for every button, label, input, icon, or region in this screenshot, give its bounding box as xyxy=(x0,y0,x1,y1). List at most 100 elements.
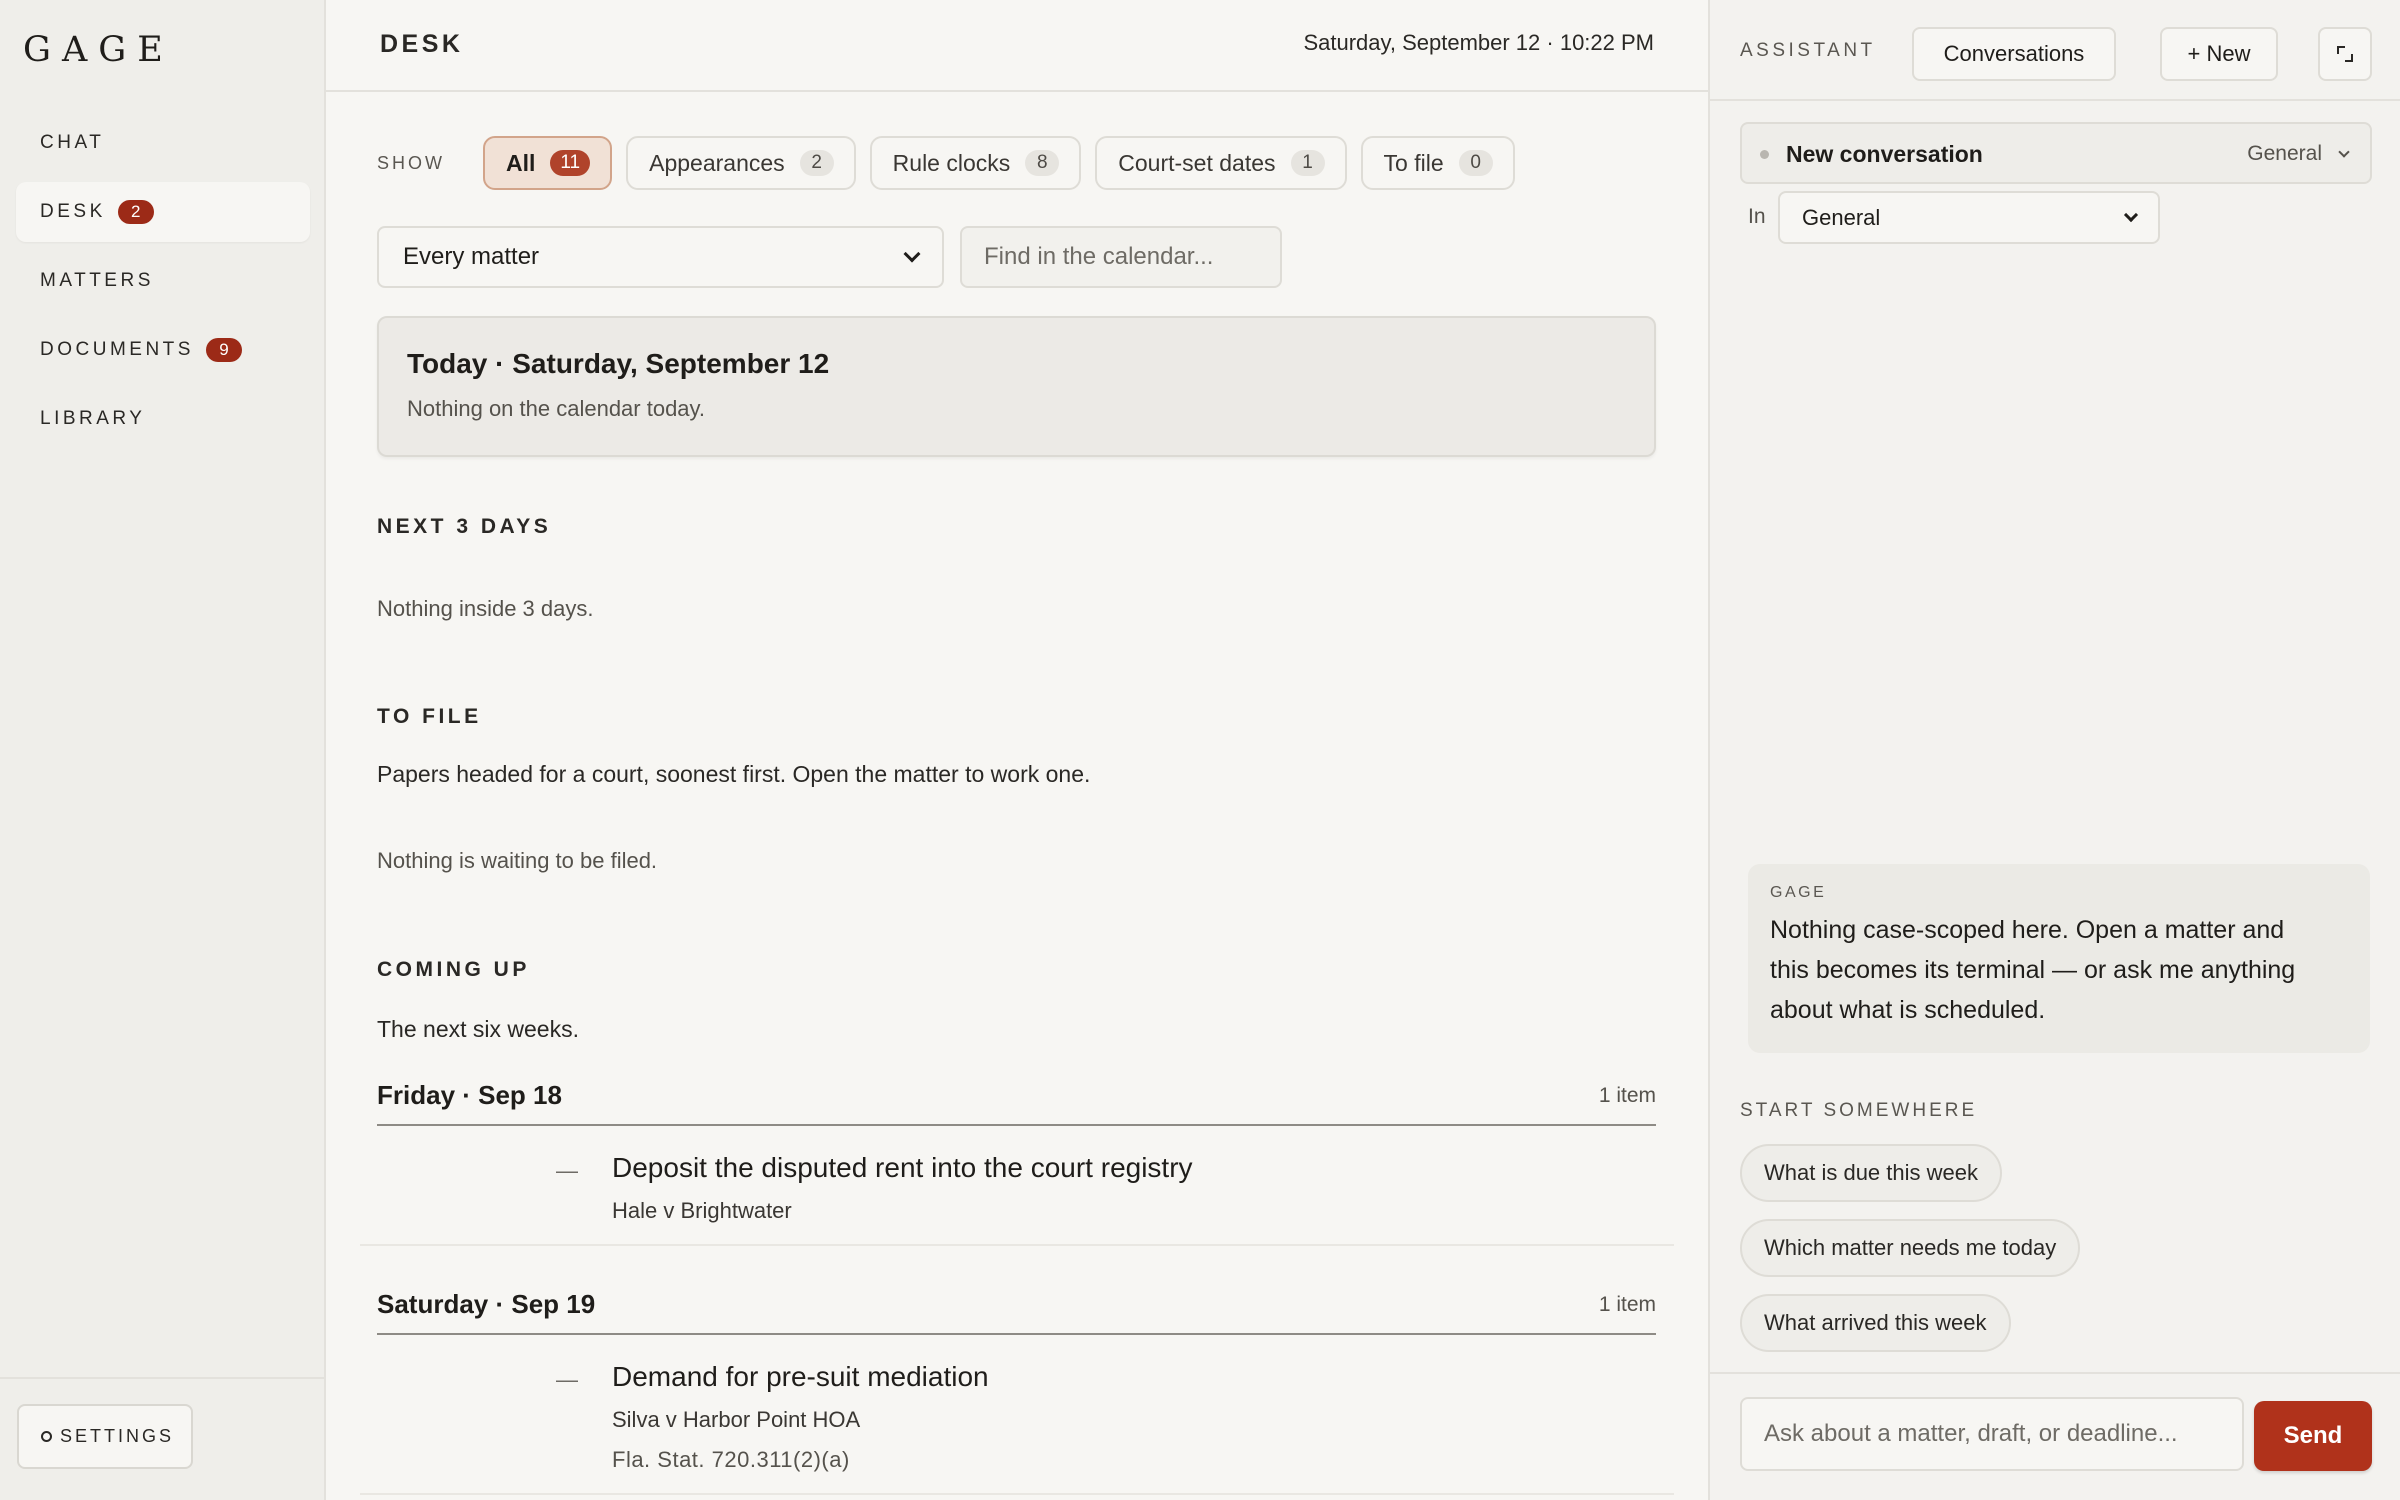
sidebar-item-label: CHAT xyxy=(40,132,105,153)
sidebar-item-label: DESK xyxy=(40,201,106,222)
event-matter: Silva v Harbor Point HOA xyxy=(612,1407,861,1432)
assistant-label: ASSISTANT xyxy=(1740,40,1876,61)
suggestion-label: Which matter needs me today xyxy=(1764,1235,2057,1260)
compose-input[interactable] xyxy=(1740,1397,2244,1471)
event-dash: — xyxy=(556,1367,578,1392)
gear-icon xyxy=(41,1431,52,1442)
chevron-down-icon xyxy=(903,245,921,263)
page-header: DESK Saturday, September 12 · 10:22 PM xyxy=(326,0,1708,92)
suggestion-chip[interactable]: What arrived this week xyxy=(1740,1294,2011,1352)
divider xyxy=(1710,1372,2400,1374)
status-dot-icon xyxy=(1760,150,1769,159)
calendar-search-input[interactable] xyxy=(960,226,1282,288)
pill-count: 1 xyxy=(1290,150,1325,176)
coming-up-description: The next six weeks. xyxy=(377,1016,579,1042)
filter-pill-appearances[interactable]: Appearances 2 xyxy=(626,136,856,190)
sidebar-item-label: DOCUMENTS xyxy=(40,339,194,360)
message-author: GAGE xyxy=(1770,884,1827,901)
sidebar-item-library[interactable]: LIBRARY xyxy=(16,389,310,449)
filter-bar: SHOW All 11 Appearances 2 Rule clocks 8 … xyxy=(377,136,1529,190)
show-label: SHOW xyxy=(377,152,445,173)
current-datetime: Saturday, September 12 · 10:22 PM xyxy=(1303,30,1654,55)
filter-pill-to-file[interactable]: To file 0 xyxy=(1360,136,1515,190)
event-citation: Fla. Stat. 720.311(2)(a) xyxy=(612,1447,850,1472)
conversation-title: New conversation xyxy=(1786,141,1983,167)
assistant-header: ASSISTANT Conversations + New xyxy=(1710,0,2400,101)
scope-select-value: General xyxy=(1802,204,1881,230)
next-days-empty-text: Nothing inside 3 days. xyxy=(377,596,594,621)
matter-select[interactable]: Every matter xyxy=(377,226,944,288)
desk-main: DESK Saturday, September 12 · 10:22 PM S… xyxy=(326,0,1708,1500)
conversation-selector[interactable]: New conversation General xyxy=(1740,122,2372,184)
today-card: Today · Saturday, September 12 Nothing o… xyxy=(377,316,1656,457)
conversations-button-label: Conversations xyxy=(1943,41,2085,66)
pill-label: Appearances xyxy=(649,149,785,176)
suggestion-chip[interactable]: Which matter needs me today xyxy=(1740,1219,2081,1277)
app-logo: GAGE xyxy=(23,30,174,70)
filter-pill-all[interactable]: All 11 xyxy=(483,136,613,190)
event-title: Deposit the disputed rent into the court… xyxy=(612,1152,1193,1183)
to-file-description: Papers headed for a court, soonest first… xyxy=(377,761,1091,787)
conversation-scope: General xyxy=(2247,142,2322,165)
sidebar-item-desk[interactable]: DESK 2 xyxy=(16,182,310,242)
matter-select-value: Every matter xyxy=(403,243,540,270)
event-dash: — xyxy=(556,1158,578,1183)
sidebar-nav: CHAT DESK 2 MATTERS DOCUMENTS 9 LIBRARY xyxy=(16,113,310,458)
coming-up-heading: COMING UP xyxy=(377,958,530,981)
suggestions-heading: START SOMEWHERE xyxy=(1740,1100,1978,1121)
day-name: Saturday · Sep 19 xyxy=(377,1289,596,1319)
divider xyxy=(0,1377,324,1379)
sidebar: GAGE CHAT DESK 2 MATTERS DOCUMENTS 9 LIB… xyxy=(0,0,326,1500)
event-matter: Hale v Brightwater xyxy=(612,1198,792,1223)
calendar-event[interactable]: — Deposit the disputed rent into the cou… xyxy=(360,1128,1674,1246)
pill-count: 0 xyxy=(1458,150,1493,176)
pill-count: 11 xyxy=(550,150,591,176)
day-item-count: 1 item xyxy=(1598,1084,1656,1107)
suggestion-label: What arrived this week xyxy=(1764,1310,1987,1335)
assistant-panel: ASSISTANT Conversations + New New conver… xyxy=(1708,0,2400,1500)
page-title: DESK xyxy=(380,30,464,58)
filter-pill-rule-clocks[interactable]: Rule clocks 8 xyxy=(869,136,1082,190)
event-title: Demand for pre-suit mediation xyxy=(612,1361,989,1392)
next-days-heading: NEXT 3 DAYS xyxy=(377,515,552,538)
pill-count: 8 xyxy=(1025,150,1060,176)
pill-label: Rule clocks xyxy=(892,149,1011,176)
pill-label: Court-set dates xyxy=(1118,149,1276,176)
calendar-event[interactable]: — Demand for pre-suit mediation Silva v … xyxy=(360,1337,1674,1495)
settings-label: SETTINGS xyxy=(60,1426,175,1446)
scope-label: In xyxy=(1748,205,1766,228)
suggestion-label: What is due this week xyxy=(1764,1160,1978,1185)
today-empty-text: Nothing on the calendar today. xyxy=(407,396,706,421)
chevron-down-icon xyxy=(2338,146,2350,158)
send-label: Send xyxy=(2283,1422,2343,1449)
sidebar-item-matters[interactable]: MATTERS xyxy=(16,251,310,311)
day-header: Saturday · Sep 19 1 item xyxy=(377,1283,1656,1335)
day-name: Friday · Sep 18 xyxy=(377,1080,562,1110)
pill-count: 2 xyxy=(799,150,834,176)
expand-button[interactable] xyxy=(2318,27,2372,81)
to-file-heading: TO FILE xyxy=(377,705,482,728)
sidebar-item-label: LIBRARY xyxy=(40,408,146,429)
assistant-message: GAGE Nothing case-scoped here. Open a ma… xyxy=(1748,864,2370,1053)
settings-button[interactable]: SETTINGS xyxy=(17,1404,193,1469)
pill-label: All xyxy=(506,149,536,176)
sidebar-item-documents[interactable]: DOCUMENTS 9 xyxy=(16,320,310,380)
chevron-down-icon xyxy=(2123,207,2139,222)
day-item-count: 1 item xyxy=(1598,1293,1656,1316)
suggestion-chip[interactable]: What is due this week xyxy=(1740,1144,2002,1202)
conversations-button[interactable]: Conversations xyxy=(1912,27,2116,81)
scope-select[interactable]: General xyxy=(1778,191,2160,244)
filter-pill-court-set-dates[interactable]: Court-set dates 1 xyxy=(1095,136,1347,190)
count-badge: 2 xyxy=(117,200,154,224)
pill-label: To file xyxy=(1383,149,1444,176)
send-button[interactable]: Send xyxy=(2254,1401,2372,1471)
sidebar-item-label: MATTERS xyxy=(40,270,154,291)
day-header: Friday · Sep 18 1 item xyxy=(377,1074,1656,1126)
today-title: Today · Saturday, September 12 xyxy=(407,348,830,379)
to-file-empty-text: Nothing is waiting to be filed. xyxy=(377,848,658,873)
new-conversation-button[interactable]: + New xyxy=(2160,27,2278,81)
count-badge: 9 xyxy=(205,338,242,362)
new-button-label: + New xyxy=(2187,41,2251,66)
sidebar-item-chat[interactable]: CHAT xyxy=(16,113,310,173)
message-text: Nothing case-scoped here. Open a matter … xyxy=(1770,916,2296,1024)
